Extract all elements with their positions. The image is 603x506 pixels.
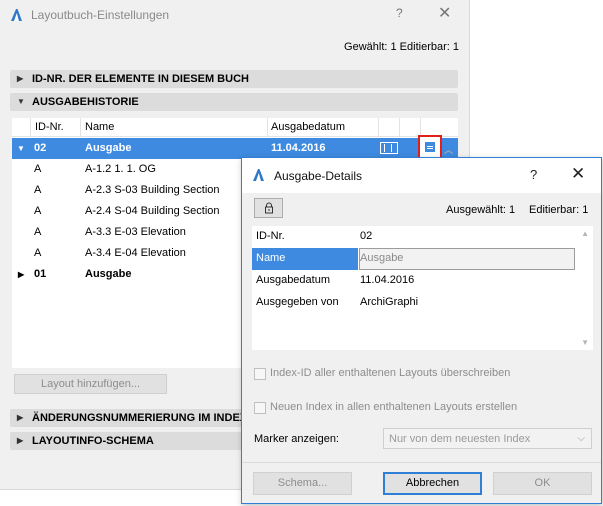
- cancel-button[interactable]: Abbrechen: [383, 472, 482, 495]
- archicad-app-icon: [11, 9, 22, 21]
- property-value: ArchiGraphi: [360, 296, 419, 308]
- properties-list: ID-Nr. 02 Name Ausgabe Ausgabedatum 11.0…: [252, 226, 593, 350]
- property-value[interactable]: Ausgabe: [360, 252, 403, 264]
- row-name: A-1.2 1. 1. OG: [85, 163, 156, 175]
- expand-arrow-icon: ▶: [17, 74, 24, 83]
- property-key: Ausgegeben von: [256, 296, 339, 308]
- lock-button[interactable]: [254, 198, 283, 218]
- title-bar: Layoutbuch-Einstellungen ? ✕: [0, 0, 469, 30]
- close-button[interactable]: ✕: [571, 164, 585, 184]
- row-id: 01: [34, 268, 47, 280]
- column-header-id[interactable]: ID-Nr.: [35, 121, 64, 133]
- row-name: A-3.3 E-03 Elevation: [85, 226, 186, 238]
- divider: [242, 462, 601, 463]
- archicad-app-icon: [253, 169, 264, 181]
- property-value: 02: [360, 230, 373, 242]
- property-row-issued-by[interactable]: Ausgegeben von ArchiGraphi: [252, 292, 575, 314]
- property-row-id[interactable]: ID-Nr. 02: [252, 226, 575, 248]
- section-id-nr[interactable]: ▶ ID-NR. DER ELEMENTE IN DIESEM BUCH: [10, 70, 458, 88]
- property-key: ID-Nr.: [256, 230, 285, 242]
- issue-details-button[interactable]: [418, 135, 442, 159]
- column-header-name[interactable]: Name: [85, 121, 114, 133]
- row-id: A: [34, 184, 42, 196]
- checkbox-box[interactable]: [254, 402, 266, 414]
- collapse-arrow-icon[interactable]: ▼: [17, 144, 25, 153]
- issue-details-dialog: Ausgabe-Details ? ✕ Ausgewählt: 1 Editie…: [241, 157, 602, 504]
- collapse-arrow-icon: ▼: [17, 97, 25, 106]
- property-row-name[interactable]: Name Ausgabe: [252, 248, 575, 270]
- column-divider: [399, 118, 400, 137]
- override-index-id-checkbox[interactable]: Index-ID aller enthaltenen Layouts übers…: [254, 367, 584, 381]
- row-name: Ausgabe: [85, 268, 132, 280]
- property-value: 11.04.2016: [360, 274, 415, 286]
- help-button[interactable]: ?: [530, 167, 537, 182]
- property-key: Name: [256, 252, 286, 264]
- dialog-title: Ausgabe-Details: [274, 169, 363, 183]
- checkbox-label: Index-ID aller enthaltenen Layouts übers…: [270, 367, 511, 379]
- row-id: A: [34, 163, 42, 175]
- table-header: ID-Nr. Name Ausgabedatum: [12, 118, 458, 137]
- property-row-date[interactable]: Ausgabedatum 11.04.2016: [252, 270, 575, 292]
- table-row-issue-02[interactable]: ▼ 02 Ausgabe 11.04.2016 ︿: [12, 135, 458, 159]
- column-header-date[interactable]: Ausgabedatum: [271, 121, 345, 133]
- row-id: A: [34, 226, 42, 238]
- row-date: 11.04.2016: [271, 142, 326, 154]
- column-divider: [267, 118, 268, 137]
- lock-icon: [265, 202, 273, 214]
- property-key: Ausgabedatum: [256, 274, 330, 286]
- scroll-up-arrow-icon[interactable]: ︿: [444, 143, 453, 156]
- section-label: ID-NR. DER ELEMENTE IN DIESEM BUCH: [32, 73, 249, 85]
- selected-count: Ausgewählt: 1: [446, 204, 516, 216]
- checkbox-box[interactable]: [254, 368, 266, 380]
- selection-info: Gewählt: 1 Editierbar: 1: [344, 41, 459, 53]
- help-button[interactable]: ?: [396, 6, 403, 20]
- checkbox-label: Neuen Index in allen enthaltenen Layouts…: [270, 401, 518, 413]
- window-title: Layoutbuch-Einstellungen: [31, 8, 170, 22]
- marker-select[interactable]: Nur von dem neuesten Index ⌵: [383, 428, 592, 449]
- layout-book-icon[interactable]: [380, 142, 398, 154]
- column-divider: [378, 118, 379, 137]
- scroll-down-arrow-icon[interactable]: ▼: [581, 338, 589, 347]
- column-divider: [80, 118, 81, 137]
- ok-button[interactable]: OK: [493, 472, 592, 495]
- marker-select-value: Nur von dem neuesten Index: [389, 433, 531, 445]
- section-label: ÄNDERUNGSNUMMERIERUNG IM INDEX: [32, 412, 248, 424]
- column-divider: [30, 118, 31, 137]
- expand-arrow-icon[interactable]: ▶: [18, 270, 24, 279]
- row-name: Ausgabe: [85, 142, 132, 154]
- row-id: A: [34, 247, 42, 259]
- expand-arrow-icon: ▶: [17, 413, 24, 422]
- section-label: LAYOUTINFO-SCHEMA: [32, 435, 154, 447]
- expand-arrow-icon: ▶: [17, 436, 24, 445]
- section-label: AUSGABEHISTORIE: [32, 96, 139, 108]
- details-icon: [425, 142, 435, 152]
- close-button[interactable]: ✕: [438, 3, 451, 23]
- row-id: 02: [34, 142, 47, 154]
- add-layout-button[interactable]: Layout hinzufügen...: [14, 374, 167, 394]
- section-ausgabehistorie[interactable]: ▼ AUSGABEHISTORIE: [10, 93, 458, 111]
- row-name: A-3.4 E-04 Elevation: [85, 247, 186, 259]
- new-index-checkbox[interactable]: Neuen Index in allen enthaltenen Layouts…: [254, 401, 584, 415]
- row-name: A-2.4 S-04 Building Section: [85, 205, 220, 217]
- row-name: A-2.3 S-03 Building Section: [85, 184, 220, 196]
- marker-label: Marker anzeigen:: [254, 433, 339, 445]
- dialog-title-bar: Ausgabe-Details ? ✕: [242, 158, 601, 193]
- chevron-down-icon: ⌵: [577, 433, 585, 444]
- schema-button[interactable]: Schema...: [253, 472, 352, 495]
- scroll-up-arrow-icon[interactable]: ▲: [581, 229, 589, 238]
- editable-count: Editierbar: 1: [529, 204, 589, 216]
- row-id: A: [34, 205, 42, 217]
